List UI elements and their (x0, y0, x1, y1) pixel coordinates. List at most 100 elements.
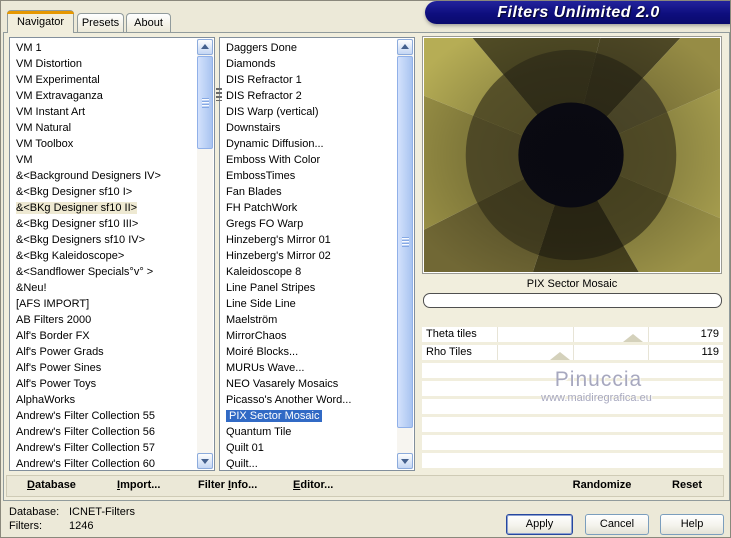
scroll-up-icon[interactable] (197, 39, 213, 55)
list-item[interactable]: AlphaWorks (11, 392, 197, 408)
list-item[interactable]: Kaleidoscope 8 (221, 264, 397, 280)
list-item[interactable]: VM 1 (11, 40, 197, 56)
scrollbar-thumb[interactable] (397, 56, 413, 428)
list-item[interactable]: Quantum Tile (221, 424, 397, 440)
slider-thumb[interactable] (550, 352, 571, 360)
cancel-button[interactable]: Cancel (585, 514, 649, 535)
list-item[interactable]: Alf's Power Grads (11, 344, 197, 360)
list-item[interactable]: Andrew's Filter Collection 57 (11, 440, 197, 456)
list-item[interactable]: VM Instant Art (11, 104, 197, 120)
status-database-label: Database: (9, 506, 60, 518)
category-scrollbar[interactable] (197, 39, 213, 469)
list-item[interactable]: Moiré Blocks... (221, 344, 397, 360)
list-item[interactable]: VM Toolbox (11, 136, 197, 152)
list-item[interactable]: Emboss With Color (221, 152, 397, 168)
status-filters-label: Filters: (9, 520, 42, 532)
list-item[interactable]: &<Sandflower Specials°v° > (11, 264, 197, 280)
slider-tick (572, 327, 574, 342)
list-item[interactable]: PIX Sector Mosaic (221, 408, 397, 424)
scrollbar-thumb[interactable] (197, 56, 213, 149)
list-item[interactable]: Alf's Border FX (11, 328, 197, 344)
scroll-down-icon[interactable] (197, 453, 213, 469)
list-item[interactable]: Maelström (221, 312, 397, 328)
list-item[interactable]: Quilt 01 (221, 440, 397, 456)
list-item[interactable]: Alf's Power Sines (11, 360, 197, 376)
list-item[interactable]: MURUs Wave... (221, 360, 397, 376)
list-item[interactable]: NEO Vasarely Mosaics (221, 376, 397, 392)
filter-scrollbar[interactable] (397, 39, 413, 469)
slider-row[interactable] (422, 453, 723, 468)
menu-item-filterinfo[interactable]: Filter Info... (198, 479, 257, 491)
list-item[interactable]: Fan Blades (221, 184, 397, 200)
list-item[interactable]: Andrew's Filter Collection 56 (11, 424, 197, 440)
bottom-menu-bar: Database Import... Filter Info... Editor...… (6, 475, 724, 497)
list-item[interactable]: &<Background Designers IV> (11, 168, 197, 184)
list-item[interactable]: Hinzeberg's Mirror 02 (221, 248, 397, 264)
slider-row[interactable] (422, 381, 723, 396)
list-item[interactable]: MirrorChaos (221, 328, 397, 344)
list-item[interactable]: Picasso's Another Word... (221, 392, 397, 408)
list-item[interactable]: Dynamic Diffusion... (221, 136, 397, 152)
slider-label: Theta tiles (426, 328, 477, 340)
tab-navigator[interactable]: Navigator (7, 10, 74, 33)
help-button[interactable]: Help (660, 514, 724, 535)
list-item[interactable]: Hinzeberg's Mirror 01 (221, 232, 397, 248)
slider-row[interactable] (422, 363, 723, 378)
apply-button[interactable]: Apply (506, 514, 573, 535)
menu-item-database[interactable]: Database (27, 479, 76, 491)
list-item[interactable]: AB Filters 2000 (11, 312, 197, 328)
list-item[interactable]: VM (11, 152, 197, 168)
list-item[interactable]: VM Distortion (11, 56, 197, 72)
slider-row[interactable]: Theta tiles 179 (422, 327, 723, 342)
slider-row[interactable] (422, 417, 723, 432)
thumb-grip-icon (402, 237, 409, 247)
list-item[interactable]: &<Bkg Designer sf10 I> (11, 184, 197, 200)
list-item[interactable]: Daggers Done (221, 40, 397, 56)
list-item[interactable]: DIS Refractor 2 (221, 88, 397, 104)
preview-image (422, 36, 722, 274)
list-item[interactable]: VM Natural (11, 120, 197, 136)
list-item[interactable]: &<Bkg Kaleidoscope> (11, 248, 197, 264)
tab-about-label: About (134, 17, 163, 29)
list-item[interactable]: Line Panel Stripes (221, 280, 397, 296)
slider-row[interactable]: Rho Tiles 119 (422, 345, 723, 360)
splitter-grip-icon[interactable] (216, 88, 222, 101)
tab-navigator-label: Navigator (16, 16, 65, 28)
slider-thumb[interactable] (622, 334, 643, 342)
slider-tick (497, 327, 499, 342)
list-item[interactable]: Gregs FO Warp (221, 216, 397, 232)
list-item[interactable]: Quilt... (221, 456, 397, 469)
list-item[interactable]: &<BKg Designer sf10 II> (11, 200, 197, 216)
slider-row[interactable] (422, 435, 723, 450)
list-item[interactable]: Downstairs (221, 120, 397, 136)
filters-unlimited-window: Filters Unlimited 2.0 Navigator Presets … (0, 0, 731, 538)
reset-button[interactable]: Reset (659, 479, 715, 491)
list-item[interactable]: EmbossTimes (221, 168, 397, 184)
randomize-button[interactable]: Randomize (552, 479, 652, 491)
list-item[interactable]: VM Extravaganza (11, 88, 197, 104)
list-item[interactable]: DIS Refractor 1 (221, 72, 397, 88)
scroll-down-icon[interactable] (397, 453, 413, 469)
list-item[interactable]: &<Bkg Designers sf10 IV> (11, 232, 197, 248)
list-item[interactable]: [AFS IMPORT] (11, 296, 197, 312)
list-item[interactable]: Line Side Line (221, 296, 397, 312)
list-item[interactable]: FH PatchWork (221, 200, 397, 216)
list-item[interactable]: Andrew's Filter Collection 60 (11, 456, 197, 469)
thumb-grip-icon (202, 97, 209, 108)
status-database-value: ICNET-Filters (69, 506, 135, 518)
list-item[interactable]: Andrew's Filter Collection 55 (11, 408, 197, 424)
tab-presets[interactable]: Presets (77, 13, 124, 32)
list-item[interactable]: Alf's Power Toys (11, 376, 197, 392)
list-item[interactable]: &<Bkg Designer sf10 III> (11, 216, 197, 232)
slider-tick (572, 345, 574, 360)
menu-item-import[interactable]: Import... (117, 479, 160, 491)
tab-presets-label: Presets (81, 17, 120, 29)
list-item[interactable]: &Neu! (11, 280, 197, 296)
scroll-up-icon[interactable] (397, 39, 413, 55)
list-item[interactable]: DIS Warp (vertical) (221, 104, 397, 120)
slider-row[interactable] (422, 399, 723, 414)
list-item[interactable]: VM Experimental (11, 72, 197, 88)
menu-item-editor[interactable]: Editor... (293, 479, 333, 491)
list-item[interactable]: Diamonds (221, 56, 397, 72)
tab-about[interactable]: About (126, 13, 171, 32)
